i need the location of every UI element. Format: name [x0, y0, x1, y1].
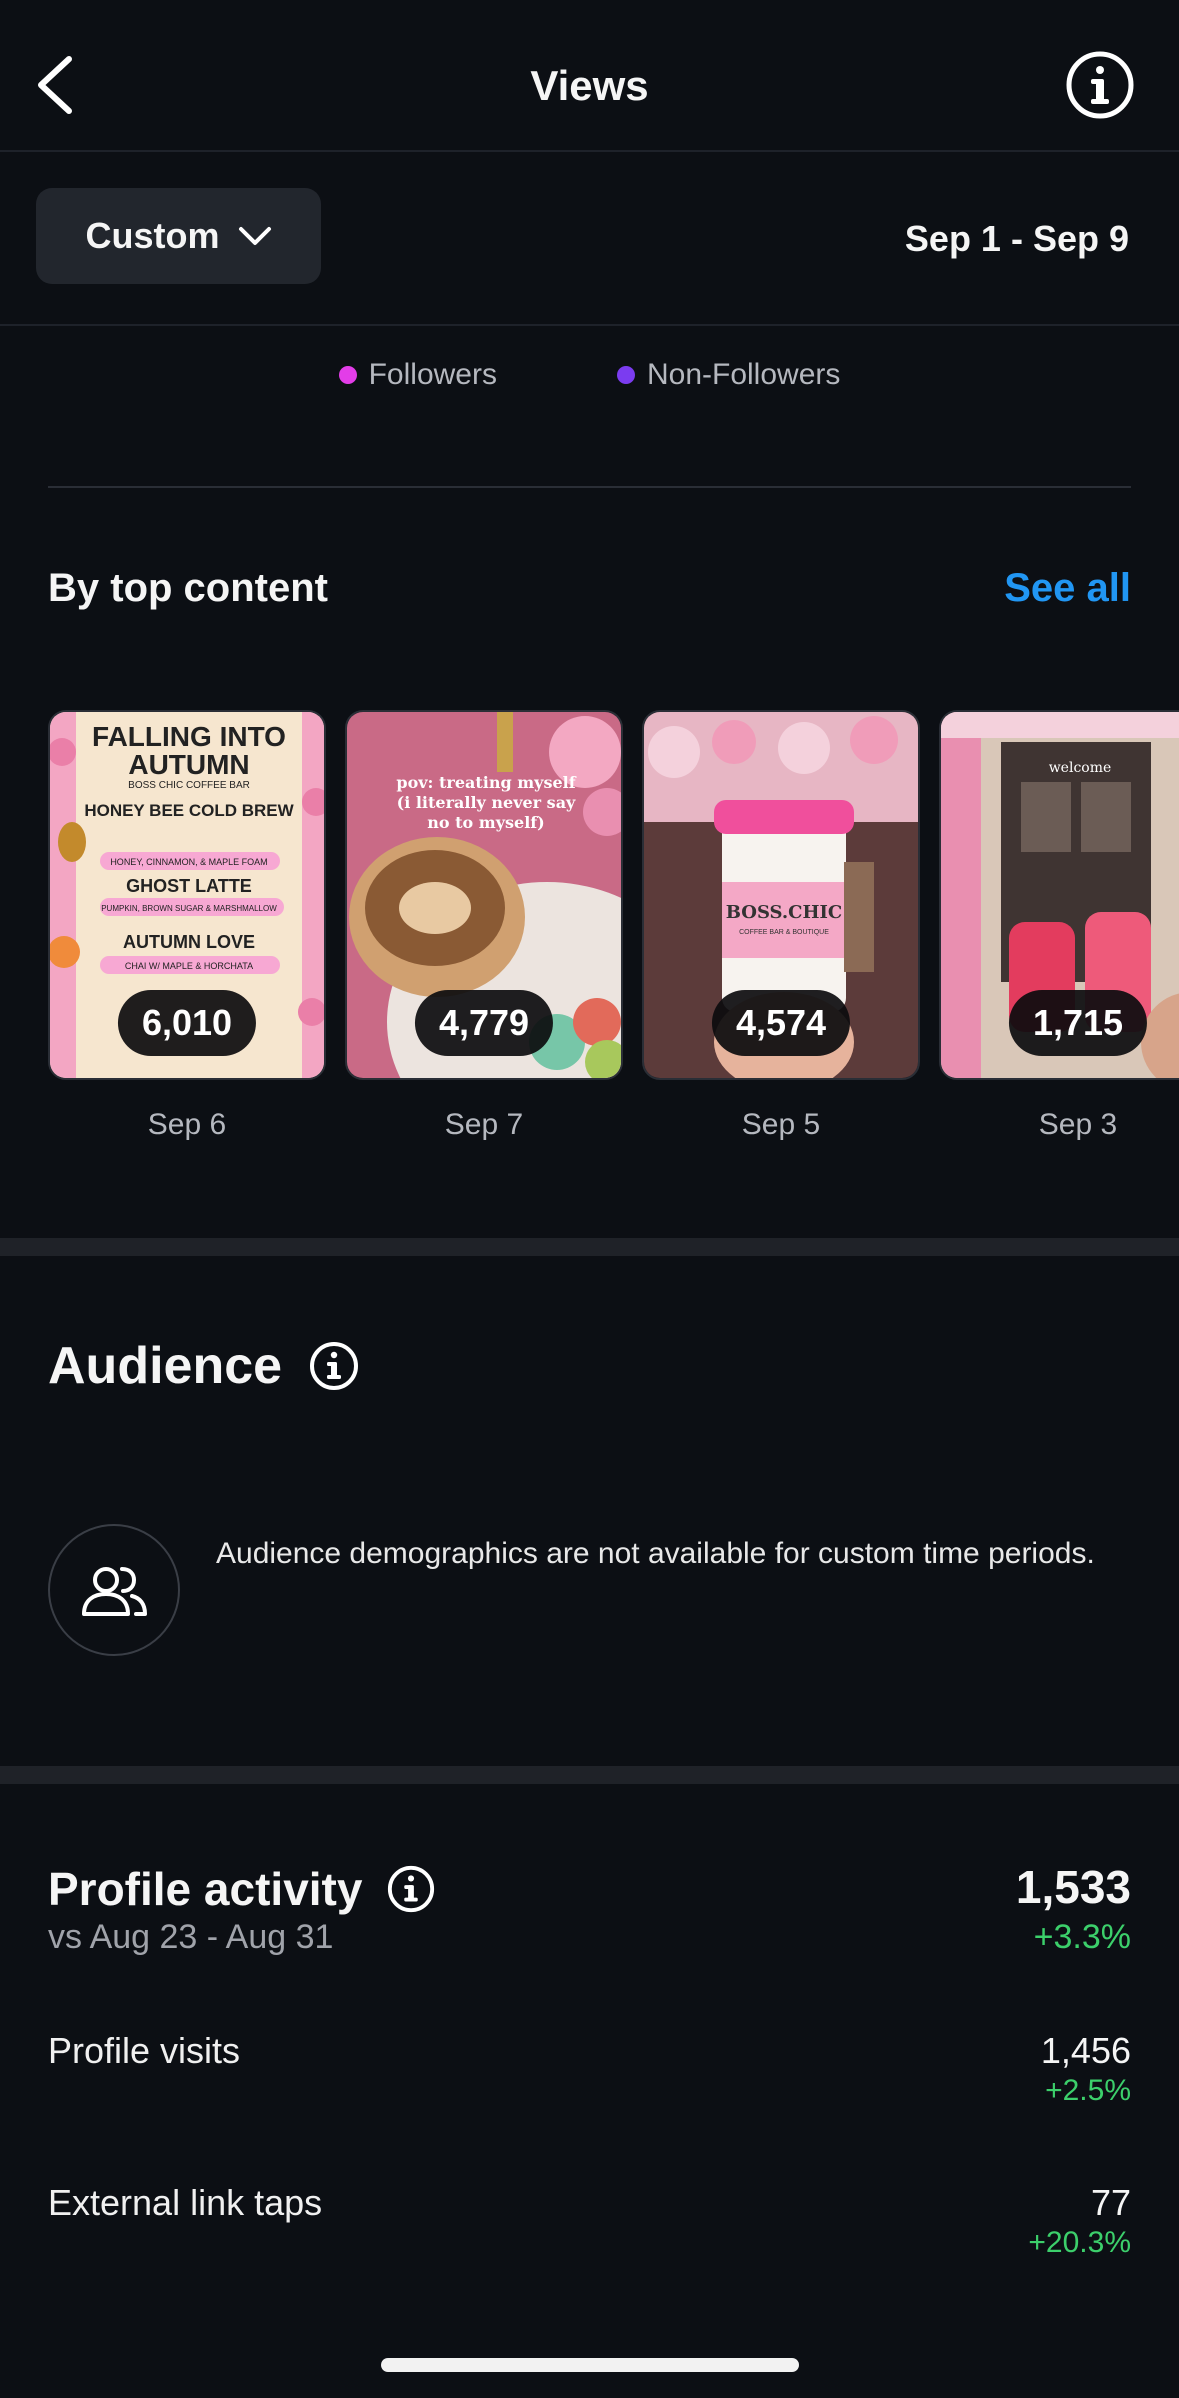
overlay-text: AUTUMN [128, 749, 249, 780]
post-date: Sep 3 [1038, 1108, 1118, 1140]
overlay-text: PUMPKIN, BROWN SUGAR & MARSHMALLOW [101, 904, 277, 913]
content-item[interactable]: pov: treating myself (i literally never … [345, 710, 623, 1140]
overlay-text: HONEY BEE COLD BREW [84, 801, 294, 820]
home-indicator[interactable] [381, 2358, 799, 2372]
top-content-heading: By top content [48, 566, 328, 610]
range-dropdown[interactable]: Custom [36, 188, 321, 284]
views-count: 4,779 [414, 990, 554, 1056]
overlay-text: (i literally never say [397, 793, 576, 812]
legend-label: Followers [368, 358, 497, 391]
info-icon[interactable] [308, 1340, 360, 1392]
content-item[interactable]: welcome 1,715 Sep 3 [939, 710, 1179, 1140]
content-thumbnail[interactable]: welcome 1,715 [939, 710, 1179, 1080]
non-followers-dot [616, 366, 635, 384]
metric-value-profile-visits: 1,456 [1040, 2030, 1131, 2071]
post-date: Sep 5 [741, 1108, 821, 1140]
legend-followers: Followers [338, 355, 497, 395]
content-item[interactable]: BOSS.CHIC COFFEE BAR & BOUTIQUE 4,574 Se… [642, 710, 920, 1140]
post-date: Sep 6 [147, 1108, 227, 1140]
profile-activity-change: +3.3% [1033, 1918, 1131, 1956]
overlay-text: COFFEE BAR & BOUTIQUE [739, 929, 829, 936]
chart-legend: Followers Non-Followers [0, 355, 1179, 395]
post-date: Sep 7 [444, 1108, 524, 1140]
info-icon[interactable] [386, 1864, 436, 1914]
overlay-text: BOSS.CHIC [726, 902, 843, 923]
audience-title: Audience [48, 1337, 283, 1395]
views-count: 6,010 [117, 990, 257, 1056]
metric-value-external-link-taps: 77 [1090, 2182, 1131, 2223]
audience-unavailable-note: Audience demographics are not available … [216, 1537, 1095, 1570]
content-thumbnail[interactable]: FALLING INTO AUTUMN BOSS CHIC COFFEE BAR… [48, 710, 326, 1080]
top-bar: Views [0, 0, 1179, 152]
overlay-text: no to myself) [427, 813, 544, 832]
date-range: Sep 1 - Sep 9 [904, 218, 1129, 259]
views-count: 4,574 [711, 990, 851, 1056]
chevron-down-icon [238, 227, 271, 245]
overlay-text: welcome [1049, 760, 1112, 776]
info-icon [1066, 51, 1134, 119]
overlay-text: HONEY, CINNAMON, & MAPLE FOAM [110, 857, 267, 867]
metric-label-profile-visits: Profile visits [48, 2030, 241, 2071]
audience-heading: Audience [48, 1336, 360, 1396]
content-thumbnail[interactable]: BOSS.CHIC COFFEE BAR & BOUTIQUE 4,574 [642, 710, 920, 1080]
comparison-period: vs Aug 23 - Aug 31 [48, 1918, 334, 1956]
people-icon [82, 1567, 147, 1616]
content-thumbnail[interactable]: pov: treating myself (i literally never … [345, 710, 623, 1080]
overlay-text: FALLING INTO [92, 721, 286, 752]
overlay-text: pov: treating myself [396, 773, 576, 792]
info-button[interactable] [1065, 50, 1135, 120]
metric-change-external-link-taps: +20.3% [1028, 2226, 1131, 2259]
overlay-text: BOSS CHIC COFFEE BAR [128, 780, 250, 791]
legend-non-followers: Non-Followers [616, 355, 841, 395]
views-insights-screen: Views Custom Sep 1 - Sep 9 Followers Non… [0, 0, 1179, 2398]
legend-label: Non-Followers [646, 358, 841, 391]
section-separator [0, 1238, 1179, 1256]
range-dropdown-label: Custom [85, 215, 220, 256]
audience-icon-badge [48, 1524, 180, 1656]
content-item[interactable]: FALLING INTO AUTUMN BOSS CHIC COFFEE BAR… [48, 710, 326, 1140]
profile-activity-total: 1,533 [1015, 1861, 1131, 1913]
section-separator [0, 1766, 1179, 1784]
divider [48, 486, 1131, 488]
metric-label-external-link-taps: External link taps [48, 2182, 323, 2223]
profile-activity-title: Profile activity [48, 1863, 363, 1915]
page-title: Views [530, 62, 649, 109]
metric-change-profile-visits: +2.5% [1045, 2074, 1131, 2107]
overlay-text: AUTUMN LOVE [123, 932, 255, 952]
followers-dot [338, 366, 357, 384]
see-all-link[interactable]: See all [1004, 566, 1131, 611]
overlay-text: CHAI W/ MAPLE & HORCHATA [125, 961, 253, 971]
date-filter-row: Custom Sep 1 - Sep 9 [0, 152, 1179, 326]
views-count: 1,715 [1008, 990, 1148, 1056]
overlay-text: GHOST LATTE [126, 876, 252, 896]
top-content-carousel[interactable]: FALLING INTO AUTUMN BOSS CHIC COFFEE BAR… [48, 710, 1179, 1140]
profile-activity-heading: Profile activity [48, 1862, 436, 1916]
